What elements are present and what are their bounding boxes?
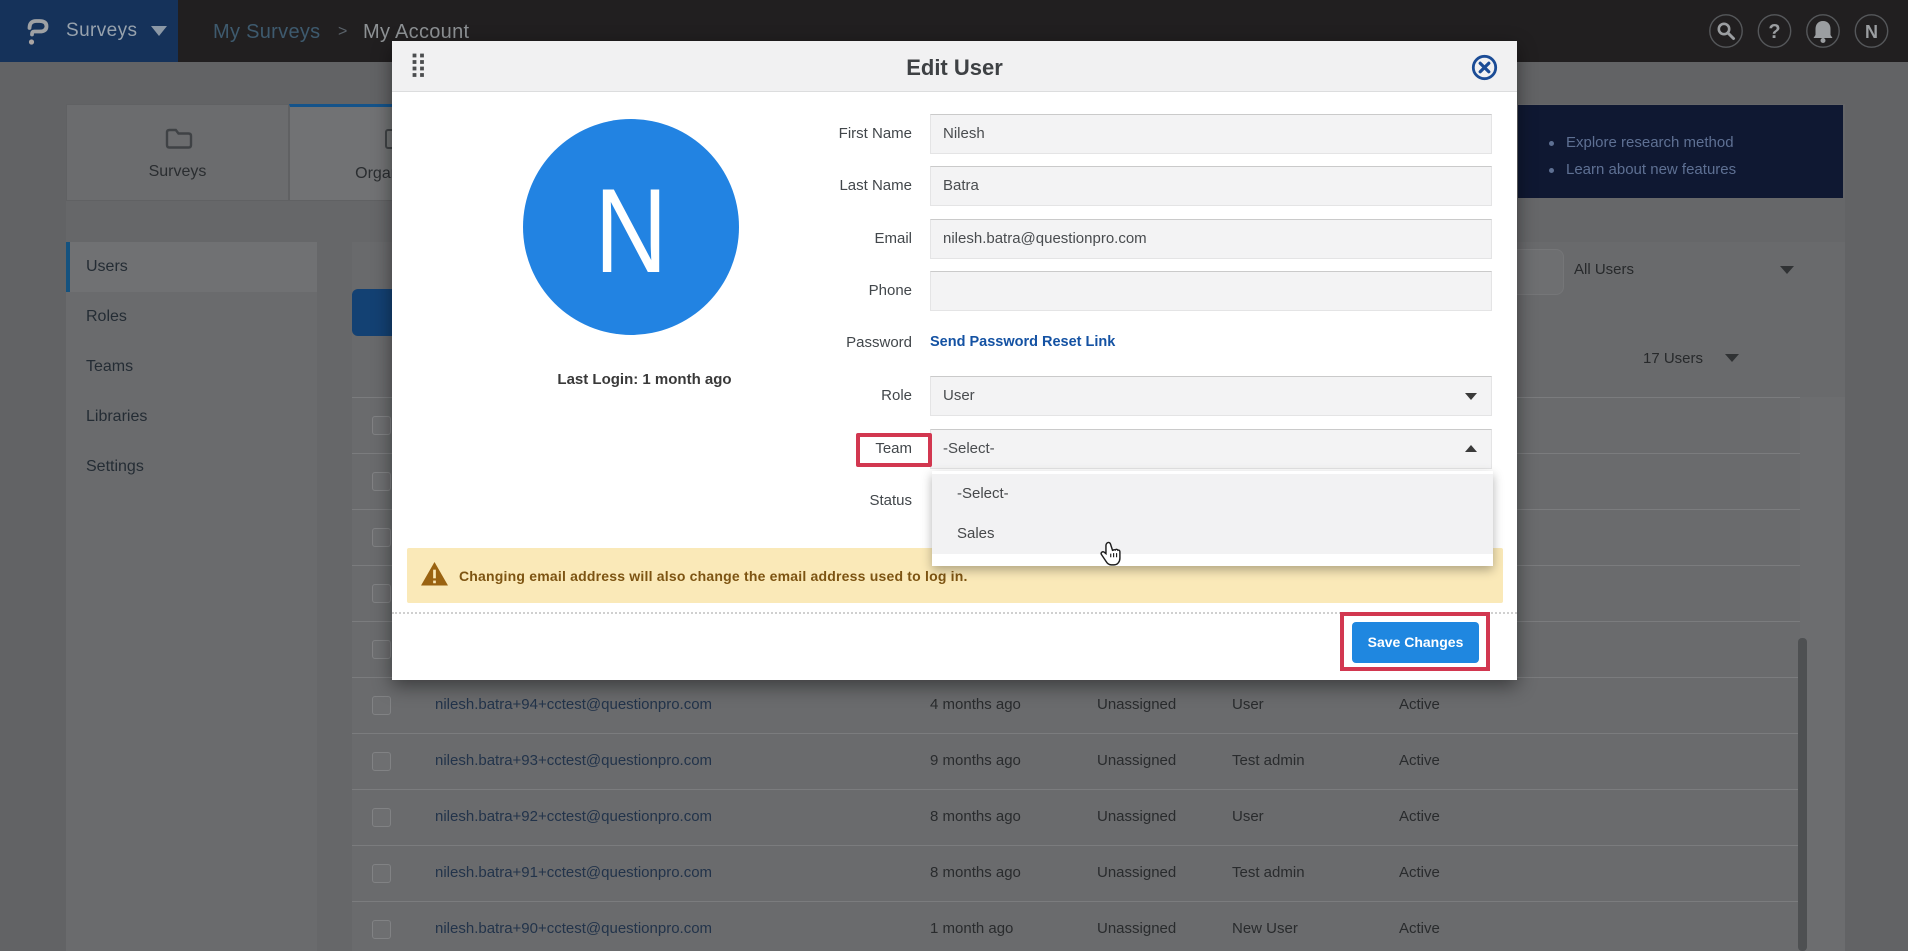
svg-text:N: N — [1865, 22, 1878, 42]
svg-text:?: ? — [1768, 21, 1780, 43]
